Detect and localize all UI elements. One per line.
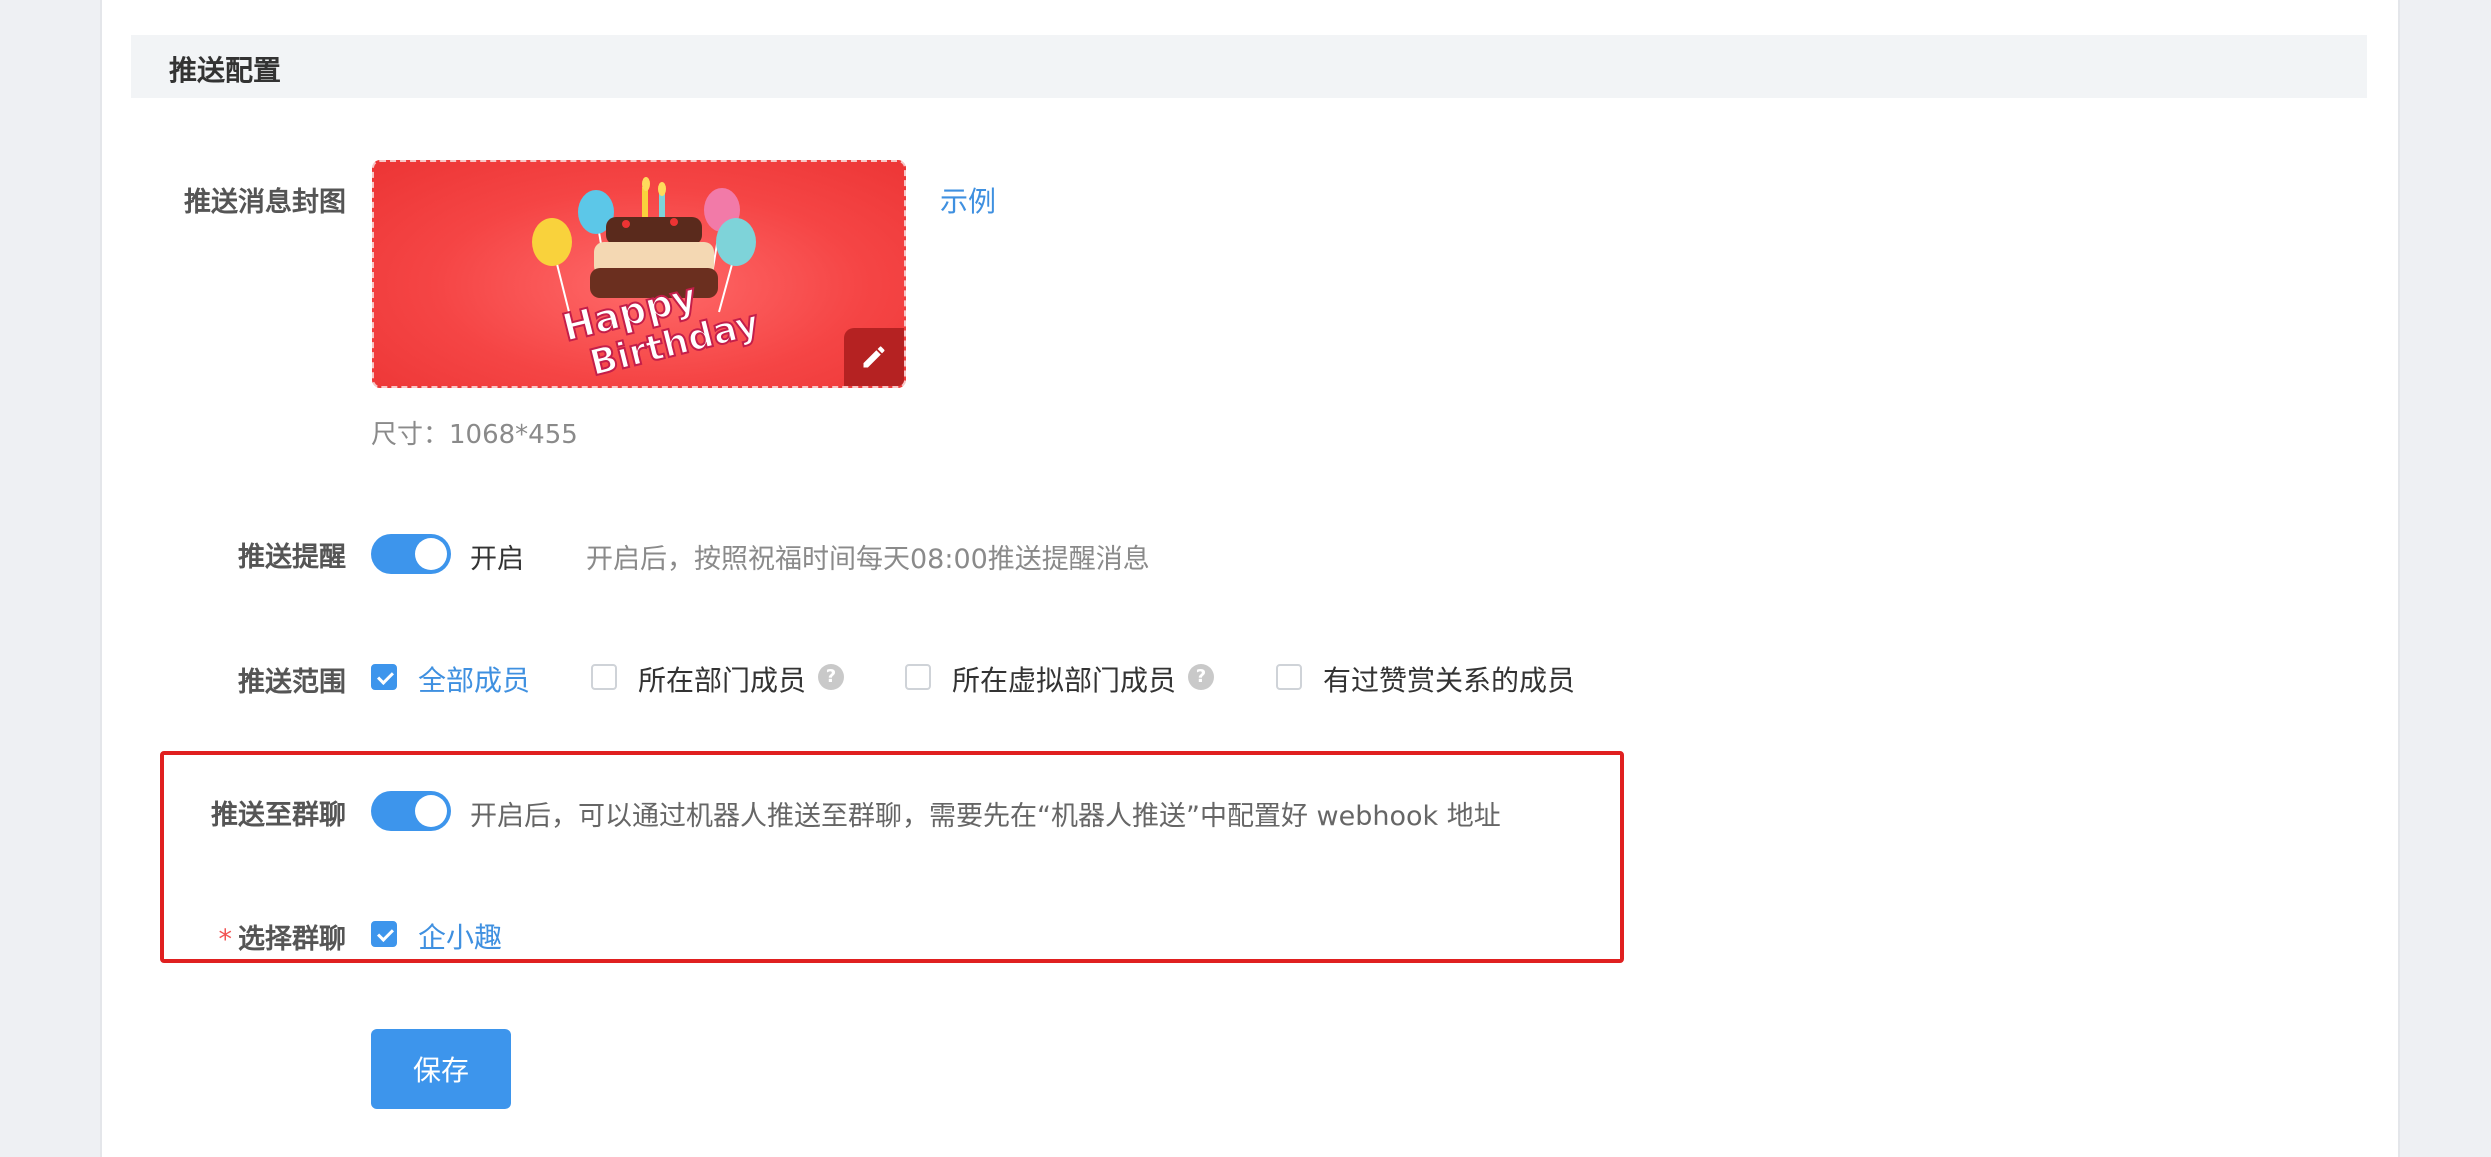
group-push-hint: 开启后，可以通过机器人推送至群聊，需要先在“机器人推送”中配置好 webhook… — [470, 801, 1501, 832]
save-button[interactable]: 保存 — [371, 1029, 511, 1109]
group-push-label: 推送至群聊 — [211, 800, 346, 831]
pencil-icon — [863, 346, 885, 368]
scope-department-label[interactable]: 所在部门成员 — [638, 659, 806, 699]
edit-cover-button[interactable] — [844, 328, 904, 386]
scope-appreciation-checkbox[interactable] — [1276, 664, 1302, 690]
example-link[interactable]: 示例 — [940, 180, 996, 220]
toggle-knob — [415, 795, 447, 827]
reminder-label: 推送提醒 — [238, 542, 346, 573]
scope-appreciation-label[interactable]: 有过赞赏关系的成员 — [1323, 659, 1575, 699]
cover-image-upload[interactable]: Happy Birthday — [372, 160, 906, 388]
group-push-toggle[interactable] — [371, 791, 451, 831]
help-icon[interactable]: ? — [1188, 664, 1214, 690]
select-group-label-text: 选择群聊 — [238, 924, 346, 955]
section-title: 推送配置 — [169, 54, 282, 87]
reminder-toggle-text: 开启 — [470, 544, 524, 575]
toggle-knob — [415, 538, 447, 570]
section-header: 推送配置 — [131, 35, 2367, 98]
group-option-label[interactable]: 企小趣 — [418, 916, 502, 956]
scope-all-label[interactable]: 全部成员 — [418, 659, 530, 699]
birthday-cake-illustration: Happy Birthday — [532, 177, 764, 386]
scope-all-checkbox[interactable] — [371, 664, 397, 690]
scope-department-checkbox[interactable] — [591, 664, 617, 690]
scope-virtual-department-checkbox[interactable] — [905, 664, 931, 690]
reminder-hint: 开启后，按照祝福时间每天08:00推送提醒消息 — [586, 544, 1150, 575]
scope-label: 推送范围 — [238, 667, 346, 698]
scope-virtual-department-label[interactable]: 所在虚拟部门成员 — [952, 659, 1176, 699]
group-option-checkbox[interactable] — [371, 921, 397, 947]
required-mark: * — [218, 924, 233, 955]
help-icon[interactable]: ? — [818, 664, 844, 690]
cover-size-hint: 尺寸：1068*455 — [371, 420, 578, 450]
cover-label: 推送消息封图 — [184, 187, 346, 218]
select-group-label: * 选择群聊 — [0, 917, 347, 956]
reminder-toggle[interactable] — [371, 534, 451, 574]
